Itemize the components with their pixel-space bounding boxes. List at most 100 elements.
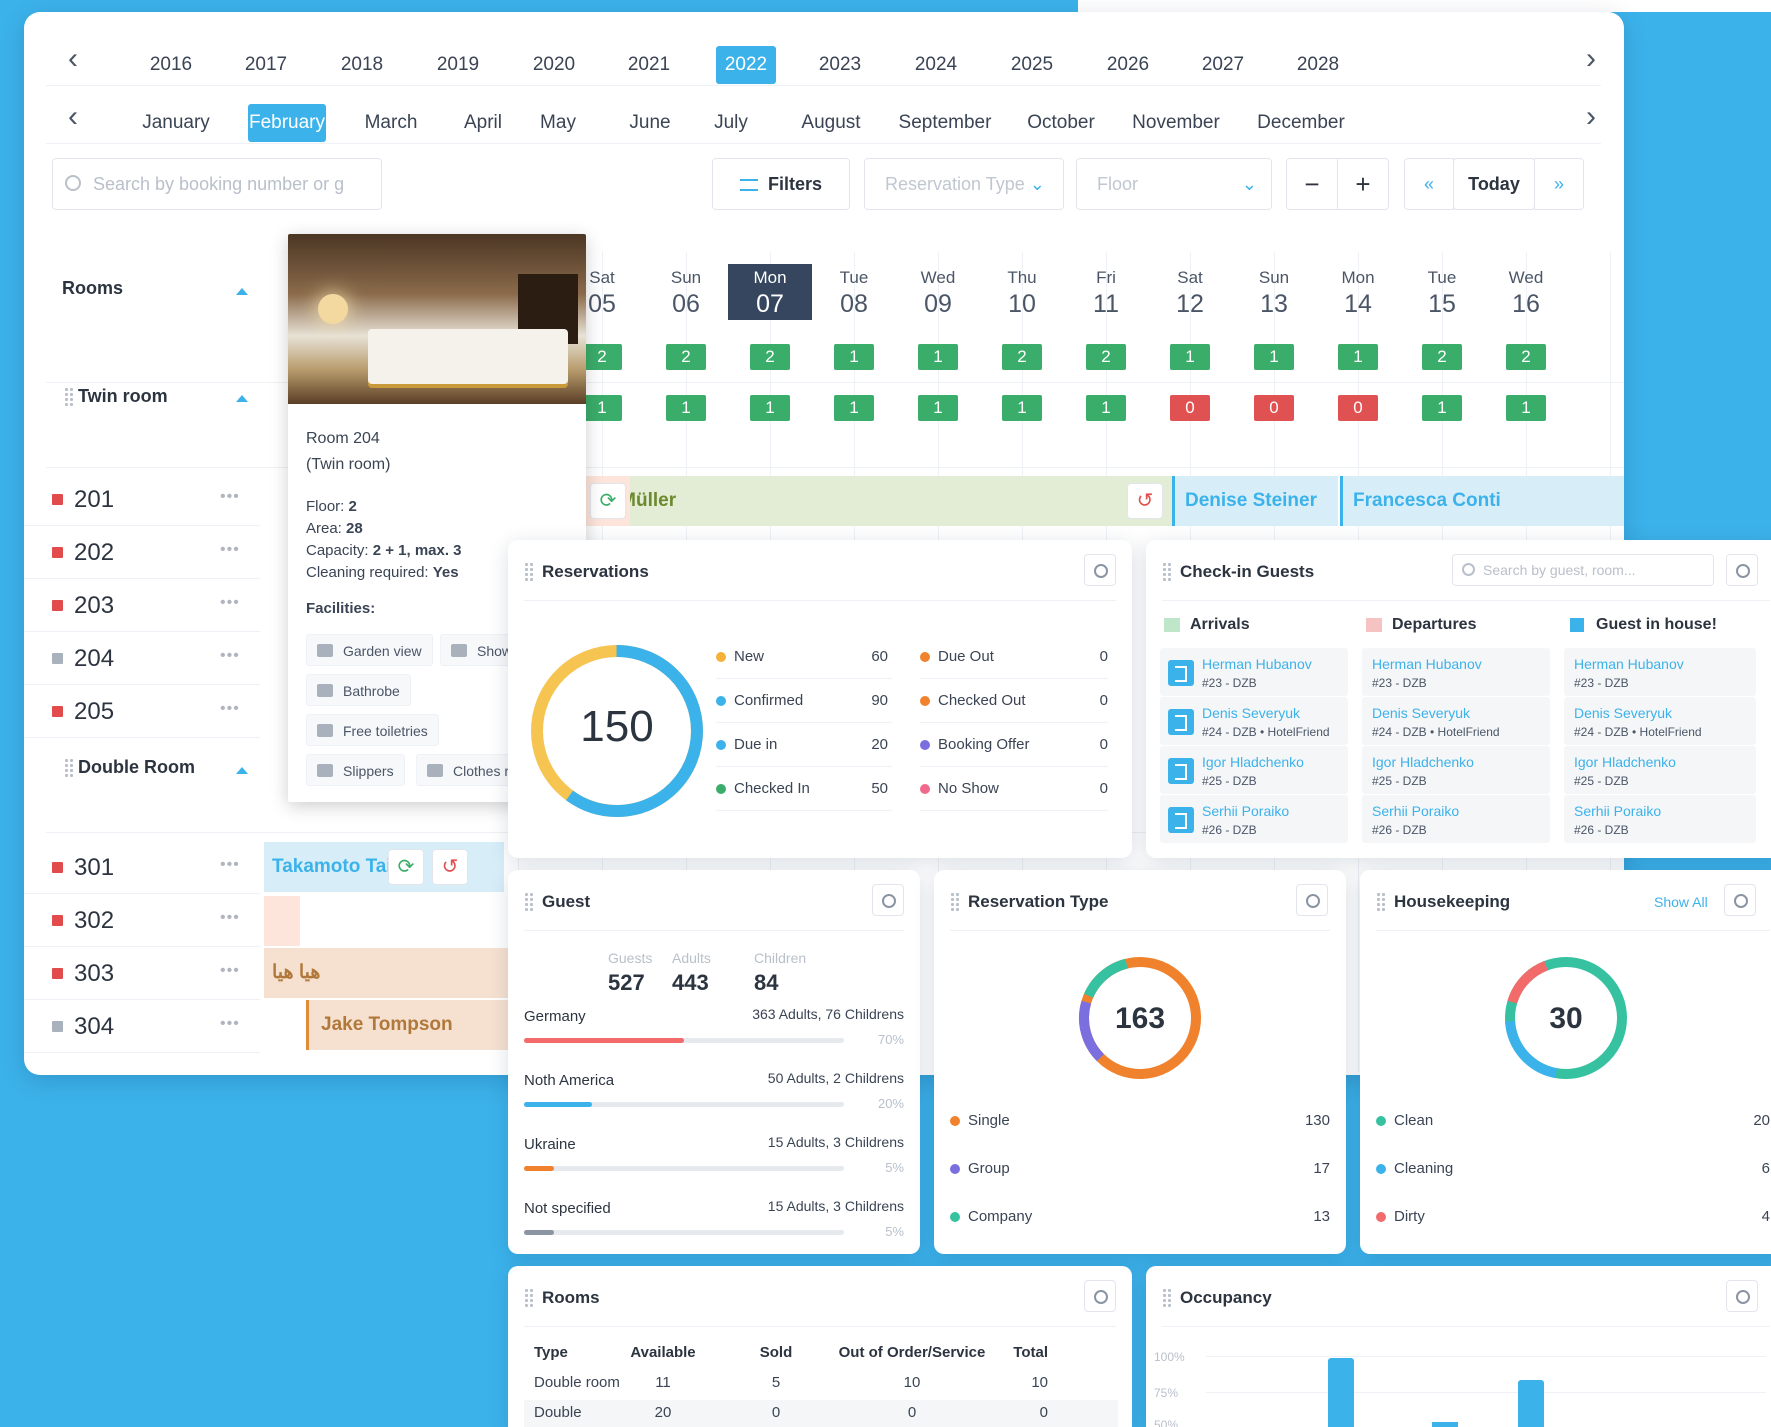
- year-item[interactable]: 2028: [1278, 46, 1358, 84]
- guest-card[interactable]: Herman Hubanov #23 - DZB: [1362, 648, 1550, 696]
- guest-card[interactable]: Denis Severyuk #24 - DZB • HotelFriend: [1160, 697, 1348, 745]
- checkin-icon[interactable]: [1168, 758, 1194, 784]
- drag-handle-icon[interactable]: [64, 758, 74, 778]
- refresh-icon[interactable]: ⟳: [388, 849, 424, 885]
- month-item[interactable]: May: [524, 104, 592, 142]
- zoom-in-button[interactable]: +: [1337, 158, 1389, 210]
- guest-card[interactable]: Igor Hladchenko #25 - DZB: [1160, 746, 1348, 794]
- floor-select[interactable]: Floor ⌄: [1076, 158, 1272, 210]
- year-item[interactable]: 2016: [131, 46, 211, 84]
- prev-month-icon[interactable]: ‹: [58, 102, 88, 132]
- booking-search-input[interactable]: Search by booking number or g: [52, 158, 382, 210]
- today-button[interactable]: Today: [1453, 158, 1535, 210]
- collapse-double-icon[interactable]: [236, 767, 248, 774]
- day-header[interactable]: Tue 15: [1402, 268, 1482, 319]
- show-all-link[interactable]: Show All: [1654, 894, 1708, 910]
- year-item[interactable]: 2018: [322, 46, 402, 84]
- guest-card[interactable]: Serhii Poraiko #26 - DZB: [1362, 795, 1550, 843]
- checkin-icon[interactable]: [1168, 807, 1194, 833]
- room-row[interactable]: 304 •••: [24, 1001, 260, 1053]
- month-item[interactable]: August: [776, 104, 886, 142]
- year-item[interactable]: 2022: [716, 46, 776, 84]
- more-icon[interactable]: •••: [220, 1015, 240, 1033]
- year-item[interactable]: 2021: [609, 46, 689, 84]
- room-row[interactable]: 204 •••: [24, 633, 260, 685]
- gear-icon[interactable]: [1084, 1280, 1116, 1312]
- booking-bar[interactable]: Takamoto Tai: [264, 842, 504, 892]
- year-item[interactable]: 2027: [1183, 46, 1263, 84]
- booking-bar[interactable]: Denise Steiner: [1172, 476, 1338, 526]
- more-icon[interactable]: •••: [220, 700, 240, 718]
- gear-icon[interactable]: [1726, 554, 1758, 586]
- guest-card[interactable]: Herman Hubanov #23 - DZB: [1564, 648, 1756, 696]
- more-icon[interactable]: •••: [220, 541, 240, 559]
- drag-handle-icon[interactable]: [524, 1288, 534, 1308]
- day-header[interactable]: Tue 08: [814, 268, 894, 319]
- next-year-icon[interactable]: ›: [1576, 44, 1606, 74]
- guest-card[interactable]: Herman Hubanov #23 - DZB: [1160, 648, 1348, 696]
- more-icon[interactable]: •••: [220, 647, 240, 665]
- day-header[interactable]: Sun 06: [646, 268, 726, 319]
- booking-bar[interactable]: Francesca Conti: [1340, 476, 1624, 526]
- month-item[interactable]: November: [1116, 104, 1236, 142]
- day-header[interactable]: Sat 12: [1150, 268, 1230, 319]
- day-header[interactable]: Thu 10: [982, 268, 1062, 319]
- gear-icon[interactable]: [1726, 1280, 1758, 1312]
- history-icon[interactable]: ↺: [1127, 483, 1163, 519]
- year-item[interactable]: 2023: [800, 46, 880, 84]
- more-icon[interactable]: •••: [220, 856, 240, 874]
- drag-handle-icon[interactable]: [1162, 1288, 1172, 1308]
- collapse-rooms-icon[interactable]: [236, 288, 248, 295]
- year-item[interactable]: 2019: [418, 46, 498, 84]
- next-period-button[interactable]: »: [1534, 158, 1584, 210]
- year-item[interactable]: 2024: [896, 46, 976, 84]
- more-icon[interactable]: •••: [220, 594, 240, 612]
- room-row[interactable]: 203 •••: [24, 580, 260, 632]
- month-item[interactable]: October: [1011, 104, 1111, 142]
- zoom-out-button[interactable]: −: [1286, 158, 1338, 210]
- collapse-twin-icon[interactable]: [236, 395, 248, 402]
- room-row[interactable]: 202 •••: [24, 527, 260, 579]
- room-row[interactable]: 301 •••: [24, 842, 260, 894]
- drag-handle-icon[interactable]: [524, 892, 534, 912]
- day-header[interactable]: Fri 11: [1066, 268, 1146, 319]
- more-icon[interactable]: •••: [220, 962, 240, 980]
- month-item[interactable]: April: [446, 104, 520, 142]
- checkin-icon[interactable]: [1168, 660, 1194, 686]
- day-header[interactable]: Mon 07: [728, 264, 812, 320]
- guest-card[interactable]: Serhii Poraiko #26 - DZB: [1564, 795, 1756, 843]
- drag-handle-icon[interactable]: [524, 562, 534, 582]
- gear-icon[interactable]: [1296, 884, 1328, 916]
- guest-card[interactable]: Denis Severyuk #24 - DZB • HotelFriend: [1362, 697, 1550, 745]
- gear-icon[interactable]: [1084, 554, 1116, 586]
- month-item[interactable]: January: [121, 104, 231, 142]
- day-header[interactable]: Wed 16: [1486, 268, 1566, 319]
- guest-card[interactable]: Denis Severyuk #24 - DZB • HotelFriend: [1564, 697, 1756, 745]
- month-item[interactable]: June: [606, 104, 694, 142]
- booking-bar[interactable]: [264, 896, 300, 946]
- checkin-icon[interactable]: [1168, 709, 1194, 735]
- guest-card[interactable]: Igor Hladchenko #25 - DZB: [1362, 746, 1550, 794]
- refresh-icon[interactable]: ⟳: [590, 483, 626, 519]
- prev-period-button[interactable]: «: [1404, 158, 1454, 210]
- room-row[interactable]: 302 •••: [24, 895, 260, 947]
- guest-card[interactable]: Serhii Poraiko #26 - DZB: [1160, 795, 1348, 843]
- year-item[interactable]: 2020: [514, 46, 594, 84]
- guest-search-input[interactable]: Search by guest, room...: [1452, 554, 1714, 586]
- month-item[interactable]: December: [1241, 104, 1361, 142]
- drag-handle-icon[interactable]: [1162, 562, 1172, 582]
- month-item[interactable]: September: [886, 104, 1004, 142]
- drag-handle-icon[interactable]: [1376, 892, 1386, 912]
- day-header[interactable]: Mon 14: [1318, 268, 1398, 319]
- more-icon[interactable]: •••: [220, 909, 240, 927]
- gear-icon[interactable]: [1724, 884, 1756, 916]
- next-month-icon[interactable]: ›: [1576, 102, 1606, 132]
- more-icon[interactable]: •••: [220, 488, 240, 506]
- drag-handle-icon[interactable]: [950, 892, 960, 912]
- room-row[interactable]: 201 •••: [24, 474, 260, 526]
- year-item[interactable]: 2026: [1088, 46, 1168, 84]
- prev-year-icon[interactable]: ‹: [58, 44, 88, 74]
- month-item[interactable]: February: [248, 104, 326, 142]
- day-header[interactable]: Wed 09: [898, 268, 978, 319]
- reservation-type-select[interactable]: Reservation Type ⌄: [864, 158, 1064, 210]
